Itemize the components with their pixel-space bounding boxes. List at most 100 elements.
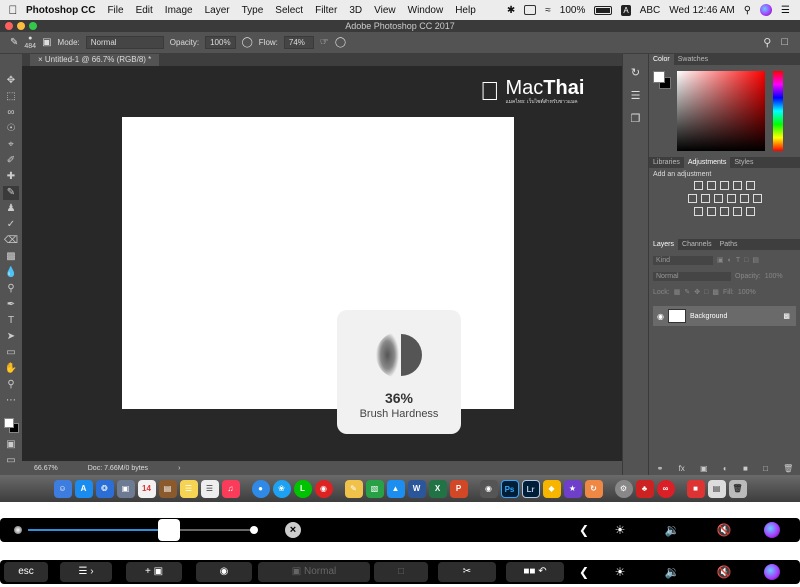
zoom-level[interactable]: 66.67% xyxy=(34,465,58,472)
layer-row-background[interactable]: ◉ Background ▩ xyxy=(653,306,796,326)
crop-tool-icon[interactable]: ⌖ xyxy=(3,138,19,152)
excel-icon[interactable]: X xyxy=(428,479,447,498)
notes-icon[interactable]: ☰ xyxy=(179,479,198,498)
new-adjustment-icon[interactable]: ◐ xyxy=(723,464,728,473)
history-brush-tool-icon[interactable]: ✓ xyxy=(3,218,19,232)
twitter-icon[interactable]: ❀ xyxy=(272,479,291,498)
safari-icon[interactable]: ❂ xyxy=(95,479,114,498)
notebook-icon[interactable]: ▤ xyxy=(158,479,177,498)
shape-tool-icon[interactable]: ▭ xyxy=(3,346,19,360)
menu-edit[interactable]: Edit xyxy=(136,5,153,16)
app-store-icon[interactable]: A xyxy=(74,479,93,498)
new-layer-icon[interactable]: □ xyxy=(763,464,768,473)
spotlight-search-icon[interactable]: ⚲ xyxy=(744,5,751,16)
brightness-default-icon[interactable]: ☀ xyxy=(594,565,646,579)
vibrance-icon[interactable] xyxy=(746,181,755,190)
black-white-icon[interactable] xyxy=(713,194,723,203)
color-balance-icon[interactable] xyxy=(700,194,710,203)
lock-artboard-icon[interactable]: □ xyxy=(704,289,708,296)
line-icon[interactable]: L xyxy=(293,479,312,498)
reminders-icon[interactable]: ☰ xyxy=(200,479,219,498)
eyedropper-tool-icon[interactable]: ✐ xyxy=(3,154,19,168)
volume-default-icon[interactable]: 🔉 xyxy=(646,565,698,579)
brightness-icon[interactable]: ☀ xyxy=(594,523,646,537)
imovie-icon[interactable]: ★ xyxy=(563,479,582,498)
clone-stamp-tool-icon[interactable]: ♟ xyxy=(3,202,19,216)
tab-channels[interactable]: Channels xyxy=(678,239,716,250)
bluetooth-icon[interactable]: ✱ xyxy=(507,5,515,16)
canvas-area[interactable]:  MacThai แมคไทย: เว็บไซต์สำหรับชาวแมค 3… xyxy=(22,66,622,461)
close-window-icon[interactable] xyxy=(5,22,13,30)
type-tool-icon[interactable]: T xyxy=(3,314,19,328)
status-menu-chevron-icon[interactable]: › xyxy=(178,465,180,472)
expand-control-strip-default-icon[interactable]: ❮ xyxy=(574,565,594,579)
layer-opacity-value[interactable]: 100% xyxy=(765,273,783,280)
hardness-slider-knob[interactable] xyxy=(158,519,180,541)
lock-position-icon[interactable]: ✥ xyxy=(694,288,700,296)
doc-info[interactable]: Doc: 7.66M/0 bytes xyxy=(88,465,148,472)
pen-tool-icon[interactable]: ✒ xyxy=(3,298,19,312)
mute-default-icon[interactable]: 🔇 xyxy=(698,565,750,579)
healing-brush-tool-icon[interactable]: ✚ xyxy=(3,170,19,184)
more-tools-icon[interactable]: ⋯ xyxy=(3,394,19,408)
menu-image[interactable]: Image xyxy=(165,5,193,16)
finder-icon[interactable]: ☺ xyxy=(53,479,72,498)
tab-paths[interactable]: Paths xyxy=(716,239,742,250)
pressure-size-icon[interactable]: ◯ xyxy=(335,37,346,48)
layer-kind-filter[interactable]: Kind xyxy=(653,255,713,265)
panel-foreground-swatch[interactable] xyxy=(653,71,665,83)
flow-field[interactable]: 74% xyxy=(283,36,314,49)
properties-panel-icon[interactable]: ☰ xyxy=(631,89,641,102)
menu-window[interactable]: Window xyxy=(408,5,444,16)
apple-menu-icon[interactable]:  xyxy=(0,3,26,17)
mode-select[interactable]: Normal xyxy=(85,36,164,49)
history-undo-key-icon[interactable]: ■■ ↶ xyxy=(506,562,564,582)
workspace-switcher-icon[interactable]: □ xyxy=(781,36,788,49)
fill-value[interactable]: 100% xyxy=(738,289,756,296)
eraser-tool-icon[interactable]: ⌫ xyxy=(3,234,19,248)
keynote-icon[interactable]: ▲ xyxy=(386,479,405,498)
menu-clock[interactable]: Wed 12:46 AM xyxy=(669,5,734,16)
color-lookup-icon[interactable] xyxy=(752,194,762,203)
airbrush-icon[interactable]: ☞ xyxy=(320,37,329,48)
tab-styles[interactable]: Styles xyxy=(730,157,757,168)
transform-key-icon[interactable]: □ xyxy=(374,562,428,582)
lasso-tool-icon[interactable]: ∞ xyxy=(3,106,19,120)
path-selection-tool-icon[interactable]: ➤ xyxy=(3,330,19,344)
blur-tool-icon[interactable]: 💧 xyxy=(3,266,19,280)
brush-settings-key-icon[interactable]: ☰ › xyxy=(60,562,112,582)
brush-tool-preset-icon[interactable]: ✎ xyxy=(10,37,18,48)
esc-key[interactable]: esc xyxy=(4,562,48,582)
photo-filter-icon[interactable] xyxy=(726,194,736,203)
creative-cloud-icon[interactable]: ∞ xyxy=(656,479,675,498)
security-icon[interactable]: ♣ xyxy=(635,479,654,498)
expand-control-strip-icon[interactable]: ❮ xyxy=(574,523,594,537)
menu-help[interactable]: Help xyxy=(455,5,476,16)
system-preferences-icon[interactable]: ⚙ xyxy=(614,479,633,498)
mute-icon[interactable]: 🔇 xyxy=(698,523,750,537)
itunes-icon[interactable]: ♫ xyxy=(221,479,240,498)
filter-smart-icon[interactable]: ▤ xyxy=(752,256,759,264)
color-picker-key-icon[interactable]: ◉ xyxy=(196,562,252,582)
zoom-tool-icon[interactable]: ⚲ xyxy=(3,378,19,392)
invert-icon[interactable] xyxy=(694,207,703,216)
color-swatches[interactable] xyxy=(2,416,20,436)
trash-icon[interactable]: 🗑 xyxy=(728,479,747,498)
photoshop-icon[interactable]: Ps xyxy=(500,479,519,498)
curves-icon[interactable] xyxy=(720,181,729,190)
brush-panel-icon[interactable]: ▣ xyxy=(42,37,51,48)
panel-color-swatches[interactable] xyxy=(653,71,673,91)
transmit-icon[interactable]: ↻ xyxy=(584,479,603,498)
lock-all-icon[interactable]: ▩ xyxy=(712,288,719,296)
paths-panel-icon[interactable]: ❒ xyxy=(631,112,641,125)
filter-type-icon[interactable]: T xyxy=(736,257,740,264)
layer-style-icon[interactable]: fx xyxy=(679,464,685,473)
layer-visibility-eye-icon[interactable]: ◉ xyxy=(657,312,664,321)
menu-app-name[interactable]: Photoshop CC xyxy=(26,5,95,16)
new-group-icon[interactable]: ■ xyxy=(743,464,748,473)
layer-blend-mode[interactable]: Normal xyxy=(653,271,731,281)
input-source-badge[interactable]: A xyxy=(621,4,631,16)
close-slider-icon[interactable]: × xyxy=(285,522,301,538)
channel-mixer-icon[interactable] xyxy=(739,194,749,203)
powerpoint-icon[interactable]: P xyxy=(449,479,468,498)
